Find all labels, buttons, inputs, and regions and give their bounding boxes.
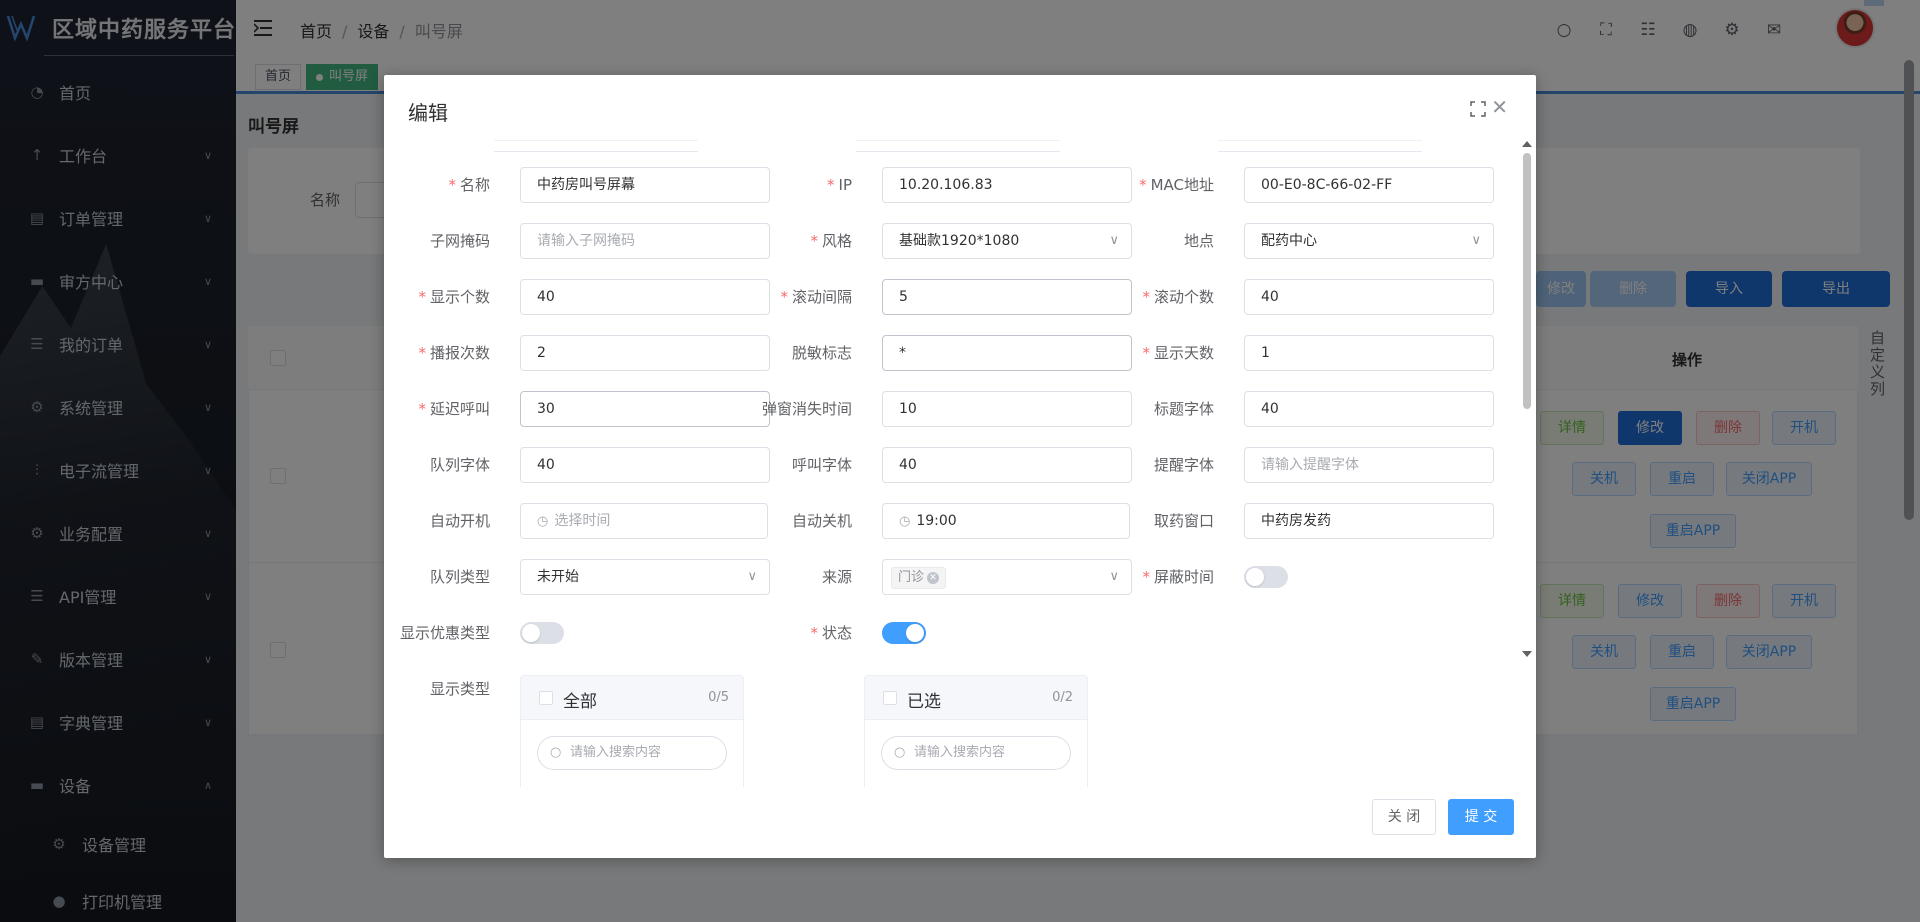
name-input[interactable]: 中药房叫号屏幕 <box>520 167 770 203</box>
clipped-row-edge <box>856 140 1060 152</box>
fullscreen-icon[interactable] <box>1470 101 1486 117</box>
auto-off-label: 自动关机 <box>791 512 852 530</box>
clipped-row-edge <box>494 140 698 152</box>
delay-call-label: * 延迟呼叫 <box>418 400 490 418</box>
reminder-font-input[interactable]: 请输入提醒字体 <box>1244 447 1494 483</box>
location-label: 地点 <box>1183 232 1214 250</box>
dialog-body: * 名称 中药房叫号屏幕 * IP 10.20.106.83 * MAC地址 00-E… <box>384 137 1536 787</box>
transfer-left-search-placeholder: 请输入搜索内容 <box>570 745 662 760</box>
popup-dismiss-label: 弹窗消失时间 <box>761 400 852 418</box>
transfer-right-count: 0/2 <box>1052 690 1073 705</box>
close-button[interactable]: 关 闭 <box>1372 799 1436 835</box>
edit-dialog: 编辑 ✕ * 名称 中药房叫号屏幕 * IP 10.20.106.83 * MAC地址… <box>384 75 1536 858</box>
scroll-down-arrow-icon[interactable] <box>1522 651 1532 657</box>
dialog-title: 编辑 <box>408 101 448 125</box>
show-discount-switch[interactable] <box>520 622 564 644</box>
ip-label: * IP <box>827 176 852 194</box>
auto-on-time-picker[interactable]: ◷ 选择时间 <box>520 503 768 539</box>
scrollbar-thumb[interactable] <box>1523 153 1531 409</box>
title-font-label: 标题字体 <box>1153 400 1214 418</box>
status-switch[interactable] <box>882 622 926 644</box>
search-icon: ○ <box>894 745 906 760</box>
status-label: * 状态 <box>810 624 852 642</box>
call-font-label: 呼叫字体 <box>791 456 852 474</box>
name-label: * 名称 <box>448 176 490 194</box>
auto-on-label: 自动开机 <box>429 512 490 530</box>
mac-label: * MAC地址 <box>1139 176 1214 194</box>
transfer-left-header: 全部 0/5 <box>521 676 743 720</box>
transfer-right-search[interactable]: ○ 请输入搜索内容 <box>881 736 1071 770</box>
clock-icon: ◷ <box>899 514 911 529</box>
call-font-input[interactable]: 40 <box>882 447 1132 483</box>
broadcast-times-label: * 播报次数 <box>418 344 490 362</box>
reminder-font-label: 提醒字体 <box>1153 456 1214 474</box>
broadcast-times-input[interactable]: 2 <box>520 335 770 371</box>
source-select[interactable]: 门诊 ✕ ∨ <box>882 559 1132 595</box>
queue-type-select[interactable]: 未开始 ∨ <box>520 559 770 595</box>
title-font-input[interactable]: 40 <box>1244 391 1494 427</box>
scroll-up-arrow-icon[interactable] <box>1522 141 1532 147</box>
display-type-label: 显示类型 <box>429 680 490 698</box>
location-select-value: 配药中心 <box>1261 233 1317 249</box>
source-chip: 门诊 ✕ <box>891 567 947 589</box>
display-count-label: * 显示个数 <box>418 288 490 306</box>
queue-font-input[interactable]: 40 <box>520 447 770 483</box>
dialog-scrollbar[interactable] <box>1522 141 1532 657</box>
submit-button[interactable]: 提 交 <box>1448 799 1514 835</box>
transfer-right-checkbox[interactable] <box>883 691 897 705</box>
queue-font-label: 队列字体 <box>429 456 490 474</box>
display-days-label: * 显示天数 <box>1142 344 1214 362</box>
transfer-right-title: 已选 <box>907 692 941 712</box>
ip-input[interactable]: 10.20.106.83 <box>882 167 1132 203</box>
search-icon: ○ <box>550 745 562 760</box>
transfer-left-search[interactable]: ○ 请输入搜索内容 <box>537 736 727 770</box>
shield-time-label: * 屏蔽时间 <box>1142 568 1214 586</box>
transfer-left-title: 全部 <box>563 692 597 712</box>
transfer-left-count: 0/5 <box>708 690 729 705</box>
chevron-down-icon: ∨ <box>1471 233 1481 248</box>
transfer-left-panel: 全部 0/5 ○ 请输入搜索内容 <box>520 675 744 787</box>
mask-flag-input[interactable]: * <box>882 335 1132 371</box>
transfer-right-header: 已选 0/2 <box>865 676 1087 720</box>
popup-dismiss-input[interactable]: 10 <box>882 391 1132 427</box>
transfer-right-panel: 已选 0/2 ○ 请输入搜索内容 <box>864 675 1088 787</box>
style-select[interactable]: 基础款1920*1080 ∨ <box>882 223 1132 259</box>
show-discount-label: 显示优惠类型 <box>399 624 490 642</box>
auto-on-placeholder: 选择时间 <box>554 513 611 529</box>
source-label: 来源 <box>821 568 852 586</box>
mask-flag-label: 脱敏标志 <box>791 344 852 362</box>
scroll-count-input[interactable]: 40 <box>1244 279 1494 315</box>
queue-type-value: 未开始 <box>537 569 579 585</box>
auto-off-value: 19:00 <box>916 513 957 529</box>
location-select[interactable]: 配药中心 ∨ <box>1244 223 1494 259</box>
scroll-interval-label: * 滚动间隔 <box>780 288 852 306</box>
subnet-input[interactable]: 请输入子网掩码 <box>520 223 770 259</box>
auto-off-time-picker[interactable]: ◷ 19:00 <box>882 503 1130 539</box>
subnet-label: 子网掩码 <box>429 232 490 250</box>
close-icon[interactable]: ✕ <box>1491 97 1508 117</box>
chip-close-icon[interactable]: ✕ <box>927 572 940 584</box>
transfer-left-checkbox[interactable] <box>539 691 553 705</box>
clock-icon: ◷ <box>537 514 549 529</box>
scroll-interval-input[interactable]: 5 <box>882 279 1132 315</box>
scroll-count-label: * 滚动个数 <box>1142 288 1214 306</box>
delay-call-input[interactable]: 30 <box>520 391 770 427</box>
transfer-right-search-placeholder: 请输入搜索内容 <box>914 745 1006 760</box>
pickup-window-label: 取药窗口 <box>1153 512 1214 530</box>
pickup-window-input[interactable]: 中药房发药 <box>1244 503 1494 539</box>
mac-input[interactable]: 00-E0-8C-66-02-FF <box>1244 167 1494 203</box>
display-days-input[interactable]: 1 <box>1244 335 1494 371</box>
display-count-input[interactable]: 40 <box>520 279 770 315</box>
shield-time-switch[interactable] <box>1244 566 1288 588</box>
queue-type-label: 队列类型 <box>429 568 490 586</box>
clipped-row-edge <box>1218 140 1422 152</box>
style-select-value: 基础款1920*1080 <box>899 233 1020 249</box>
style-label: * 风格 <box>810 232 852 250</box>
